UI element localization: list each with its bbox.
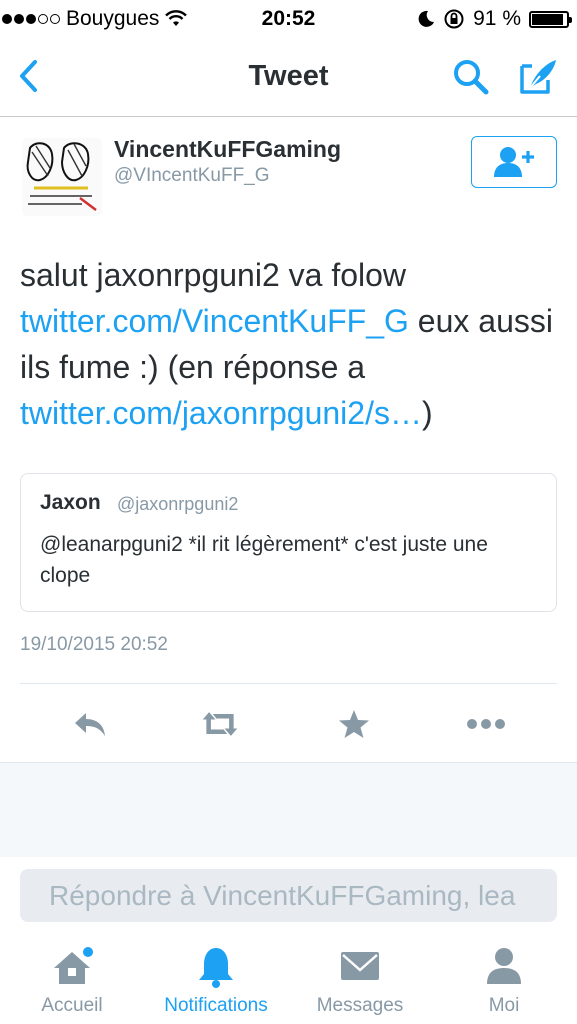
tab-label: Messages [316,995,404,1016]
bell-icon [199,948,233,988]
quoted-text: @leanarpguni2 *il rit légèrement* c'est … [40,533,488,587]
reply-input[interactable] [20,869,557,922]
retweet-icon [202,712,238,736]
author-name[interactable]: VincentKuFFGaming [114,136,341,163]
tweet-link-profile[interactable]: twitter.com/VincentKuFF_G [20,303,409,339]
star-icon [339,710,369,738]
tab-messages[interactable]: Messages [288,936,432,1024]
follow-button[interactable] [471,136,557,188]
like-button[interactable] [334,704,374,744]
author-handle[interactable]: @VIncentKuFF_G [114,165,270,187]
reply-icon [75,713,105,736]
person-icon [487,948,521,984]
tab-me[interactable]: Moi [432,936,576,1024]
tab-label: Accueil [41,995,103,1016]
add-user-icon [494,147,534,177]
tweet-text: salut jaxonrpguni2 va folow twitter.com/… [20,252,560,436]
status-right: 91 % [417,7,572,31]
retweet-button[interactable] [200,704,240,744]
battery-icon [529,10,572,28]
replies-area [0,762,577,858]
tweet-timestamp: 19/10/2015 20:52 [20,634,168,655]
search-icon[interactable] [450,56,492,98]
status-bar: Bouygues 20:52 91 % [0,0,577,38]
reply-bar [0,857,577,936]
envelope-icon [341,952,379,980]
avatar[interactable] [22,138,102,216]
battery-percent: 91 % [473,7,521,30]
navigation-bar: Tweet [0,38,577,117]
tab-notifications[interactable]: Notifications [144,936,288,1024]
tab-home[interactable]: Accueil [0,936,144,1024]
quoted-tweet[interactable]: Jaxon @jaxonrpguni2 @leanarpguni2 *il ri… [20,473,557,612]
moon-icon [418,10,435,27]
quoted-author-handle: @jaxonrpguni2 [117,494,239,514]
quoted-author-name: Jaxon [40,491,101,514]
tab-label: Notifications [164,995,268,1016]
more-button[interactable] [466,704,506,744]
home-icon [54,947,93,984]
tweet-link-status[interactable]: twitter.com/jaxonrpguni2/s… [20,395,422,431]
compose-icon[interactable] [516,54,560,98]
tab-label: Moi [488,995,520,1016]
tweet-text-part: salut jaxonrpguni2 va folow [20,257,407,293]
reply-button[interactable] [70,704,110,744]
tab-bar: Accueil Notifications Messages Moi [0,936,577,1024]
more-dots-icon [467,719,505,729]
tweet-text-part: ) [421,395,433,431]
avatar-drawing [22,138,102,216]
rotation-lock-icon [444,9,464,29]
divider [20,683,557,684]
